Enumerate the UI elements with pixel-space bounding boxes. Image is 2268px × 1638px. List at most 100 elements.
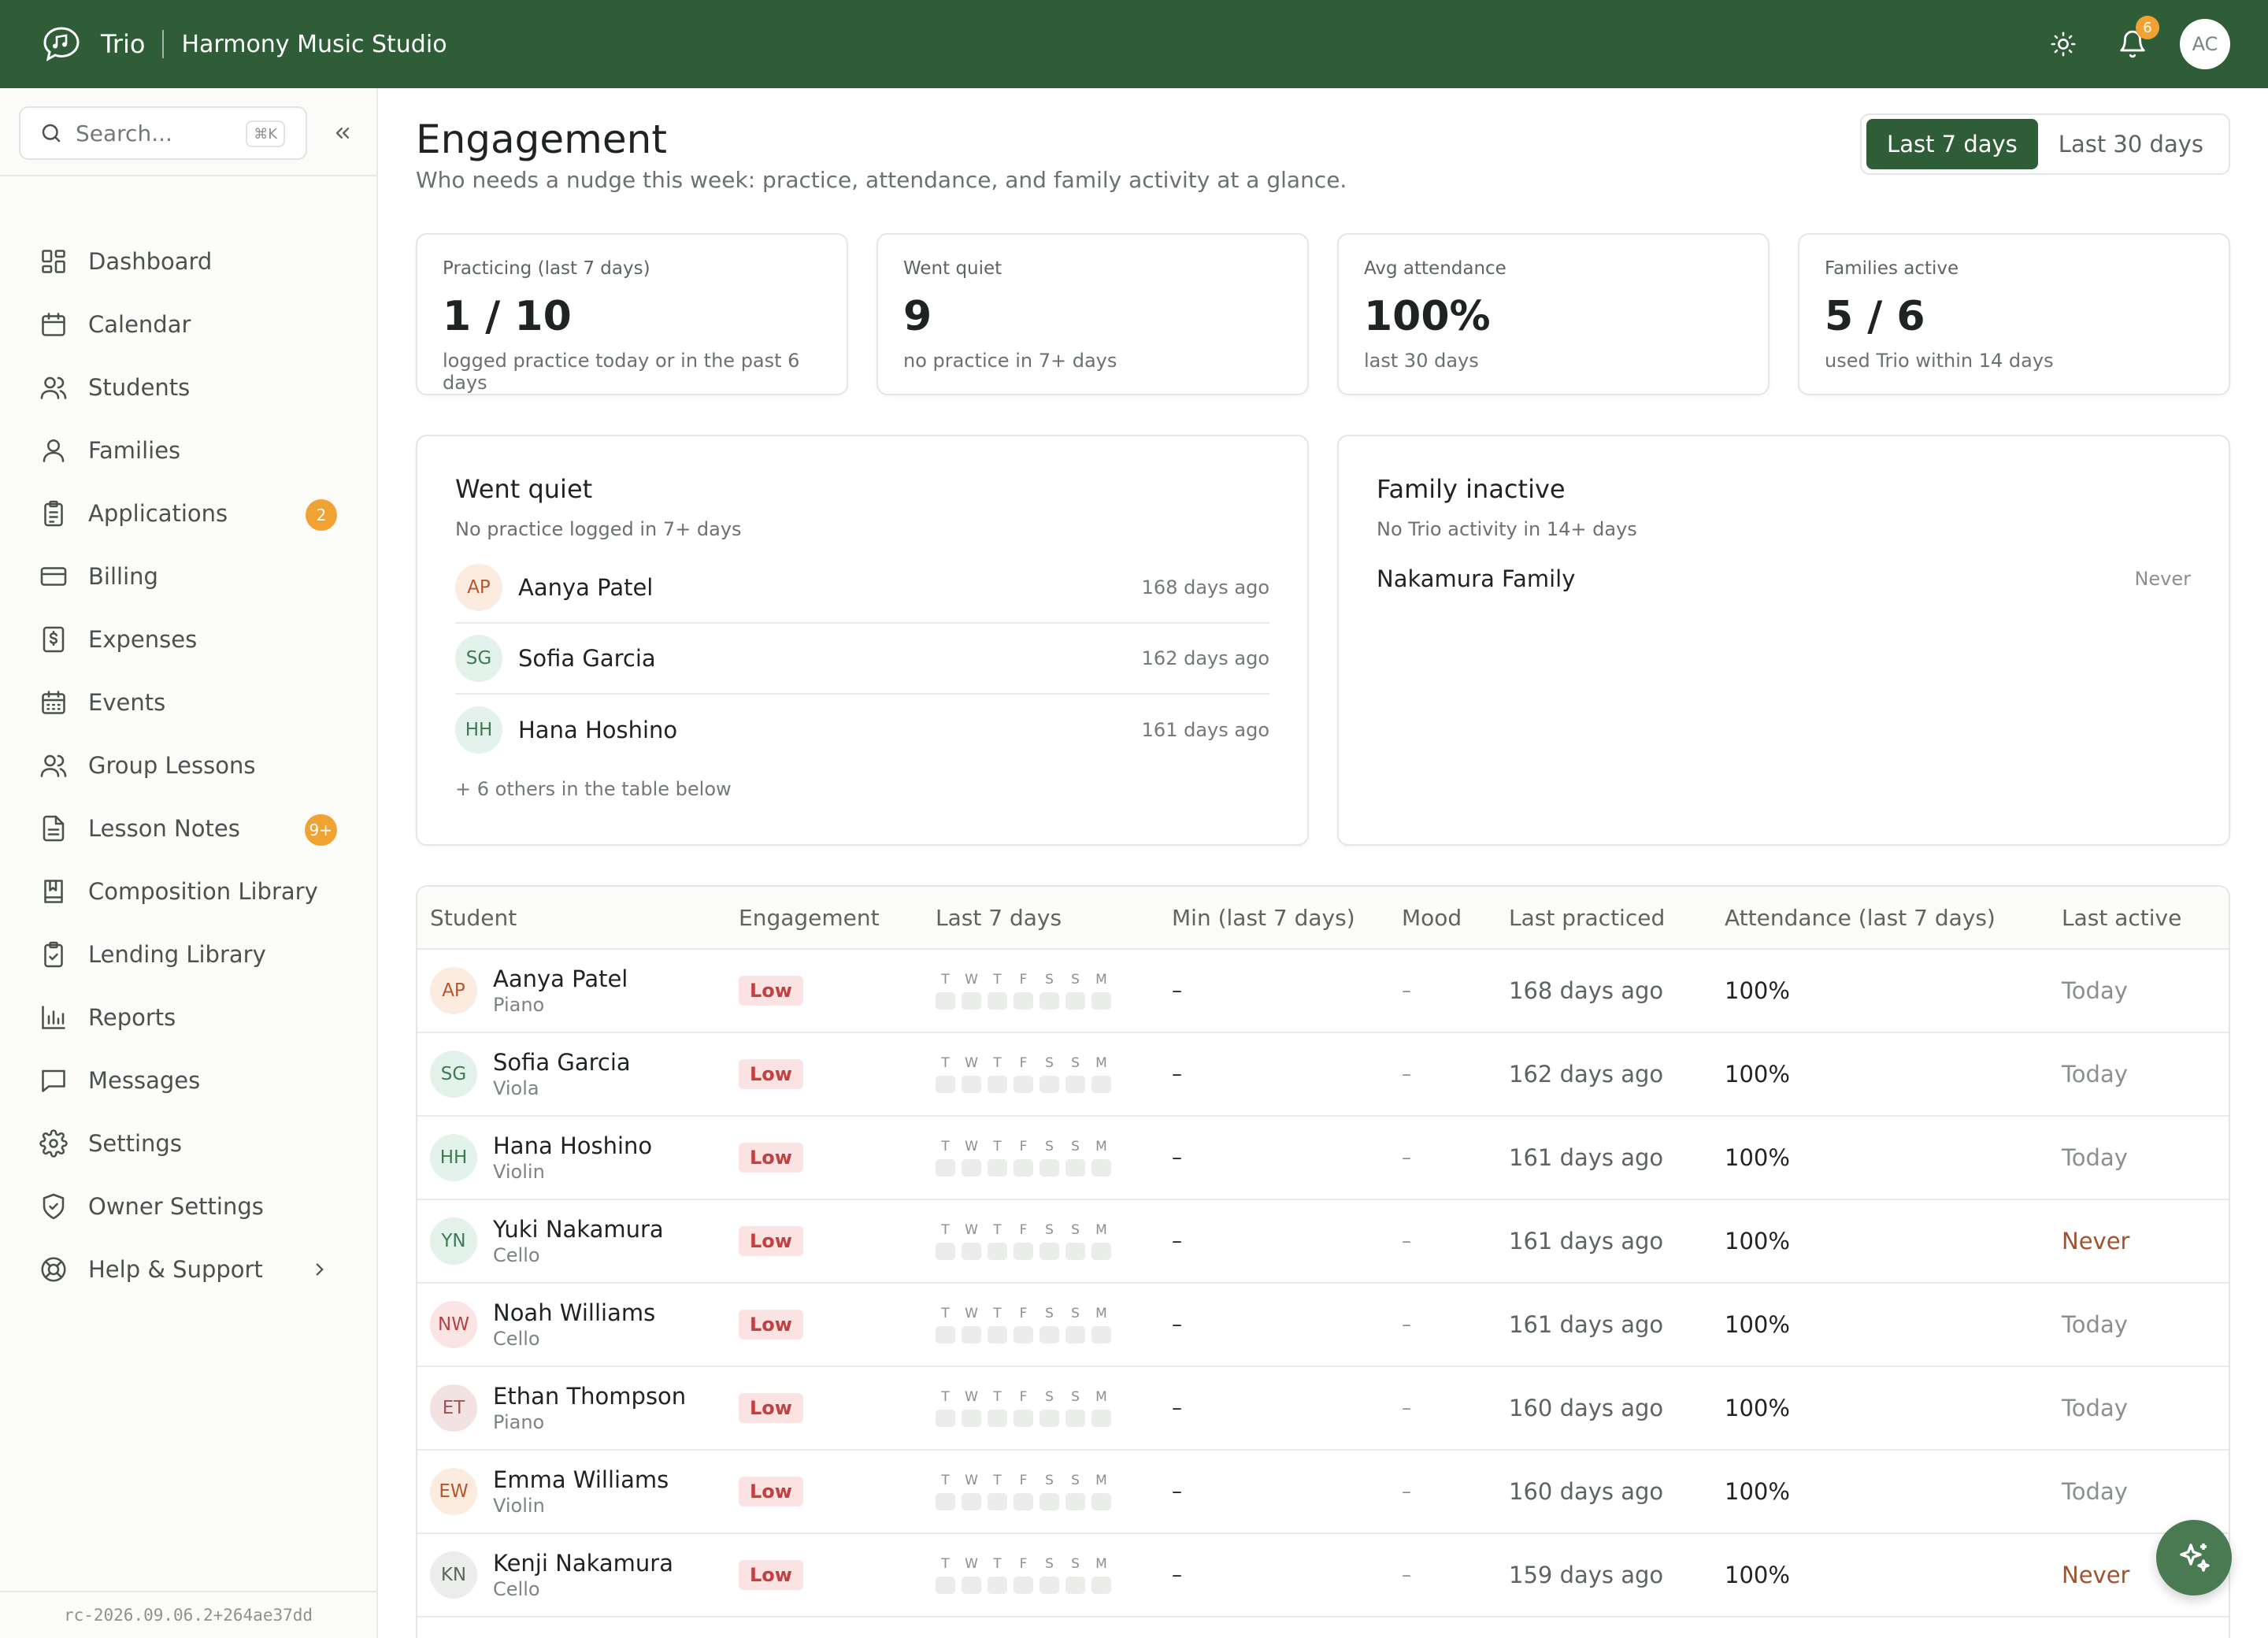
practice-day-indicator xyxy=(962,1243,981,1260)
sidebar-item-applications[interactable]: Applications 2 xyxy=(0,482,376,545)
days-since: 161 days ago xyxy=(1141,719,1269,741)
student-name[interactable]: Hana Hoshino xyxy=(493,1132,652,1159)
list-item[interactable]: Nakamura Family Never xyxy=(1377,565,2191,592)
day-letter: F xyxy=(1019,972,1028,988)
engagement-badge: Low xyxy=(739,1226,803,1256)
day-cell: T xyxy=(988,972,1007,1010)
student-name[interactable]: Kenji Nakamura xyxy=(493,1550,673,1577)
table-row[interactable]: AP Aanya Patel Piano Low T W T F S S M –… xyxy=(417,950,2229,1033)
sidebar-item-expenses[interactable]: Expenses xyxy=(0,608,376,671)
day-letter: M xyxy=(1095,1222,1107,1238)
practice-day-indicator xyxy=(962,1577,981,1594)
sidebar-item-help-support[interactable]: Help & Support xyxy=(0,1238,376,1301)
engagement-cell: Low xyxy=(739,1560,936,1590)
search-input[interactable]: Search... ⌘K xyxy=(19,106,307,160)
range-last-30-days-button[interactable]: Last 30 days xyxy=(2038,119,2224,169)
student-name[interactable]: Aanya Patel xyxy=(493,965,628,992)
practice-day-indicator xyxy=(988,992,1007,1010)
practice-day-indicator xyxy=(1014,1076,1033,1093)
column-header-last-practiced[interactable]: Last practiced xyxy=(1509,905,1725,931)
day-letter: T xyxy=(941,1222,950,1238)
practice-day-indicator xyxy=(988,1159,1007,1177)
table-row[interactable]: HH Hana Hoshino Violin Low T W T F S S M… xyxy=(417,1117,2229,1200)
table-row[interactable]: YN Yuki Nakamura Cello Low T W T F S S M… xyxy=(417,1200,2229,1284)
sidebar-item-owner-settings[interactable]: Owner Settings xyxy=(0,1175,376,1238)
day-letter: W xyxy=(965,1556,978,1572)
sidebar-item-lending-library[interactable]: Lending Library xyxy=(0,923,376,986)
practice-day-indicator xyxy=(1040,992,1059,1010)
sidebar-item-families[interactable]: Families xyxy=(0,419,376,482)
sidebar-item-group-lessons[interactable]: Group Lessons xyxy=(0,734,376,797)
column-header-student[interactable]: Student xyxy=(417,905,739,931)
day-letter: F xyxy=(1019,1306,1028,1321)
attendance-cell: 100% xyxy=(1725,977,1790,1004)
list-item[interactable]: AP Aanya Patel 168 days ago xyxy=(455,553,1269,624)
build-version: rc-2026.09.06.2+264ae37dd xyxy=(0,1591,376,1638)
column-header-engagement[interactable]: Engagement xyxy=(739,905,936,931)
student-name[interactable]: Sofia Garcia xyxy=(493,1049,631,1076)
sidebar-item-reports[interactable]: Reports xyxy=(0,986,376,1049)
day-cell: F xyxy=(1014,1389,1033,1427)
column-header-attendance[interactable]: Attendance (last 7 days) xyxy=(1725,905,2062,931)
table-row[interactable]: KN Kenji Nakamura Cello Low T W T F S S … xyxy=(417,1534,2229,1618)
ai-assistant-button[interactable] xyxy=(2156,1520,2232,1595)
student-name[interactable]: Emma Williams xyxy=(493,1466,669,1493)
student-cell: KN Kenji Nakamura Cello xyxy=(417,1550,739,1600)
stat-card-families-active: Families active 5 / 6 used Trio within 1… xyxy=(1798,233,2230,395)
list-item[interactable]: SG Sofia Garcia 162 days ago xyxy=(455,624,1269,695)
student-name: Hana Hoshino xyxy=(518,717,678,743)
student-name[interactable]: Ethan Thompson xyxy=(493,1383,686,1410)
day-cell: T xyxy=(988,1222,1007,1260)
theme-toggle-button[interactable] xyxy=(2046,27,2081,61)
column-header-last-7-days[interactable]: Last 7 days xyxy=(936,905,1172,931)
stat-caption: logged practice today or in the past 6 d… xyxy=(443,350,800,394)
student-name[interactable]: Yuki Nakamura xyxy=(493,1216,664,1243)
table-row[interactable]: ET Ethan Thompson Piano Low T W T F S S … xyxy=(417,1367,2229,1451)
table-row[interactable]: EW Emma Williams Violin Low T W T F S S … xyxy=(417,1451,2229,1534)
day-letter: T xyxy=(941,972,950,988)
sidebar: Search... ⌘K Dashboard Calendar Students… xyxy=(0,88,378,1638)
brand[interactable]: Trio Harmony Music Studio xyxy=(39,22,447,66)
sidebar-item-lesson-notes[interactable]: Lesson Notes 9+ xyxy=(0,797,376,860)
sidebar-item-composition-library[interactable]: Composition Library xyxy=(0,860,376,923)
attendance-cell: 100% xyxy=(1725,1061,1790,1088)
day-cell: S xyxy=(1040,1389,1059,1427)
sidebar-item-messages[interactable]: Messages xyxy=(0,1049,376,1112)
sidebar-item-label: Billing xyxy=(88,563,158,590)
family-last-active: Never xyxy=(2134,568,2191,590)
sidebar-item-students[interactable]: Students xyxy=(0,356,376,419)
user-avatar[interactable]: AC xyxy=(2180,19,2230,69)
day-cell: S xyxy=(1040,1055,1059,1093)
day-letter: S xyxy=(1071,1222,1080,1238)
practice-day-indicator xyxy=(1040,1577,1059,1594)
column-header-min[interactable]: Min (last 7 days) xyxy=(1172,905,1402,931)
day-cell: S xyxy=(1040,1473,1059,1510)
day-letter: W xyxy=(965,1473,978,1488)
sidebar-item-billing[interactable]: Billing xyxy=(0,545,376,608)
student-name[interactable]: Noah Williams xyxy=(493,1299,655,1326)
day-cell: S xyxy=(1065,1556,1085,1594)
practice-day-indicator xyxy=(936,1243,955,1260)
day-letter: T xyxy=(941,1139,950,1154)
sidebar-item-dashboard[interactable]: Dashboard xyxy=(0,230,376,293)
day-letter: S xyxy=(1045,1139,1054,1154)
notifications-button[interactable]: 6 xyxy=(2115,16,2159,61)
range-last-7-days-button[interactable]: Last 7 days xyxy=(1866,119,2038,169)
min-cell: – xyxy=(1172,1396,1182,1420)
sidebar-item-settings[interactable]: Settings xyxy=(0,1112,376,1175)
day-cell: F xyxy=(1014,1055,1033,1093)
day-cell: S xyxy=(1040,1306,1059,1343)
column-header-mood[interactable]: Mood xyxy=(1402,905,1509,931)
table-row[interactable]: NW Noah Williams Cello Low T W T F S S M… xyxy=(417,1284,2229,1367)
student-instrument: Cello xyxy=(493,1244,540,1266)
day-cell: S xyxy=(1065,1389,1085,1427)
column-header-last-active[interactable]: Last active xyxy=(2062,905,2229,931)
sidebar-item-events[interactable]: Events xyxy=(0,671,376,734)
table-row[interactable]: SG Sofia Garcia Viola Low T W T F S S M … xyxy=(417,1033,2229,1117)
sidebar-item-calendar[interactable]: Calendar xyxy=(0,293,376,356)
day-letter: S xyxy=(1045,1055,1054,1071)
day-cell: F xyxy=(1014,972,1033,1010)
collapse-sidebar-button[interactable] xyxy=(323,113,362,153)
list-item[interactable]: HH Hana Hoshino 161 days ago xyxy=(455,695,1269,765)
min-cell: – xyxy=(1172,1480,1182,1503)
